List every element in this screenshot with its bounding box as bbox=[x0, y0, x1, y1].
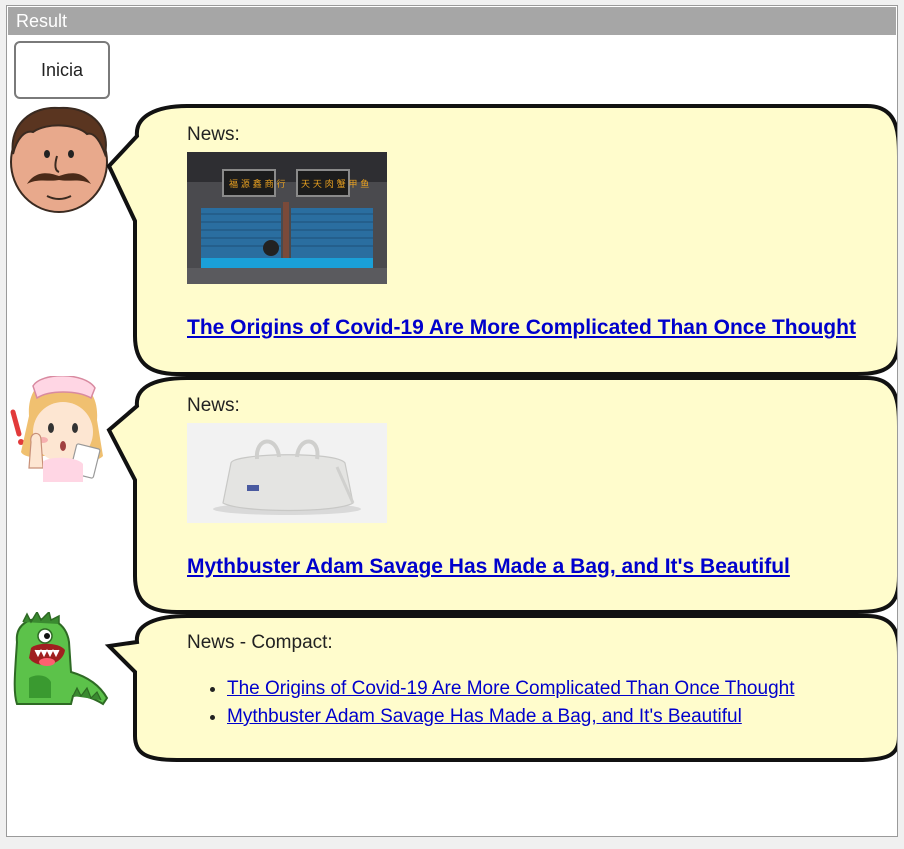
list-item: Mythbuster Adam Savage Has Made a Bag, a… bbox=[227, 706, 794, 728]
message-3: News - Compact: The Origins of Covid-19 … bbox=[187, 632, 794, 734]
news-compact-label: News - Compact: bbox=[187, 632, 333, 653]
list-item: The Origins of Covid-19 Are More Complic… bbox=[227, 678, 794, 700]
news-compact-list: The Origins of Covid-19 Are More Complic… bbox=[187, 678, 794, 728]
news-compact-link[interactable]: Mythbuster Adam Savage Has Made a Bag, a… bbox=[227, 706, 742, 727]
news-compact-link[interactable]: The Origins of Covid-19 Are More Complic… bbox=[227, 678, 794, 699]
result-window: Result Inicia News: 福 源 鑫 商 行 天 天 肉 蟹 甲 … bbox=[6, 5, 898, 837]
